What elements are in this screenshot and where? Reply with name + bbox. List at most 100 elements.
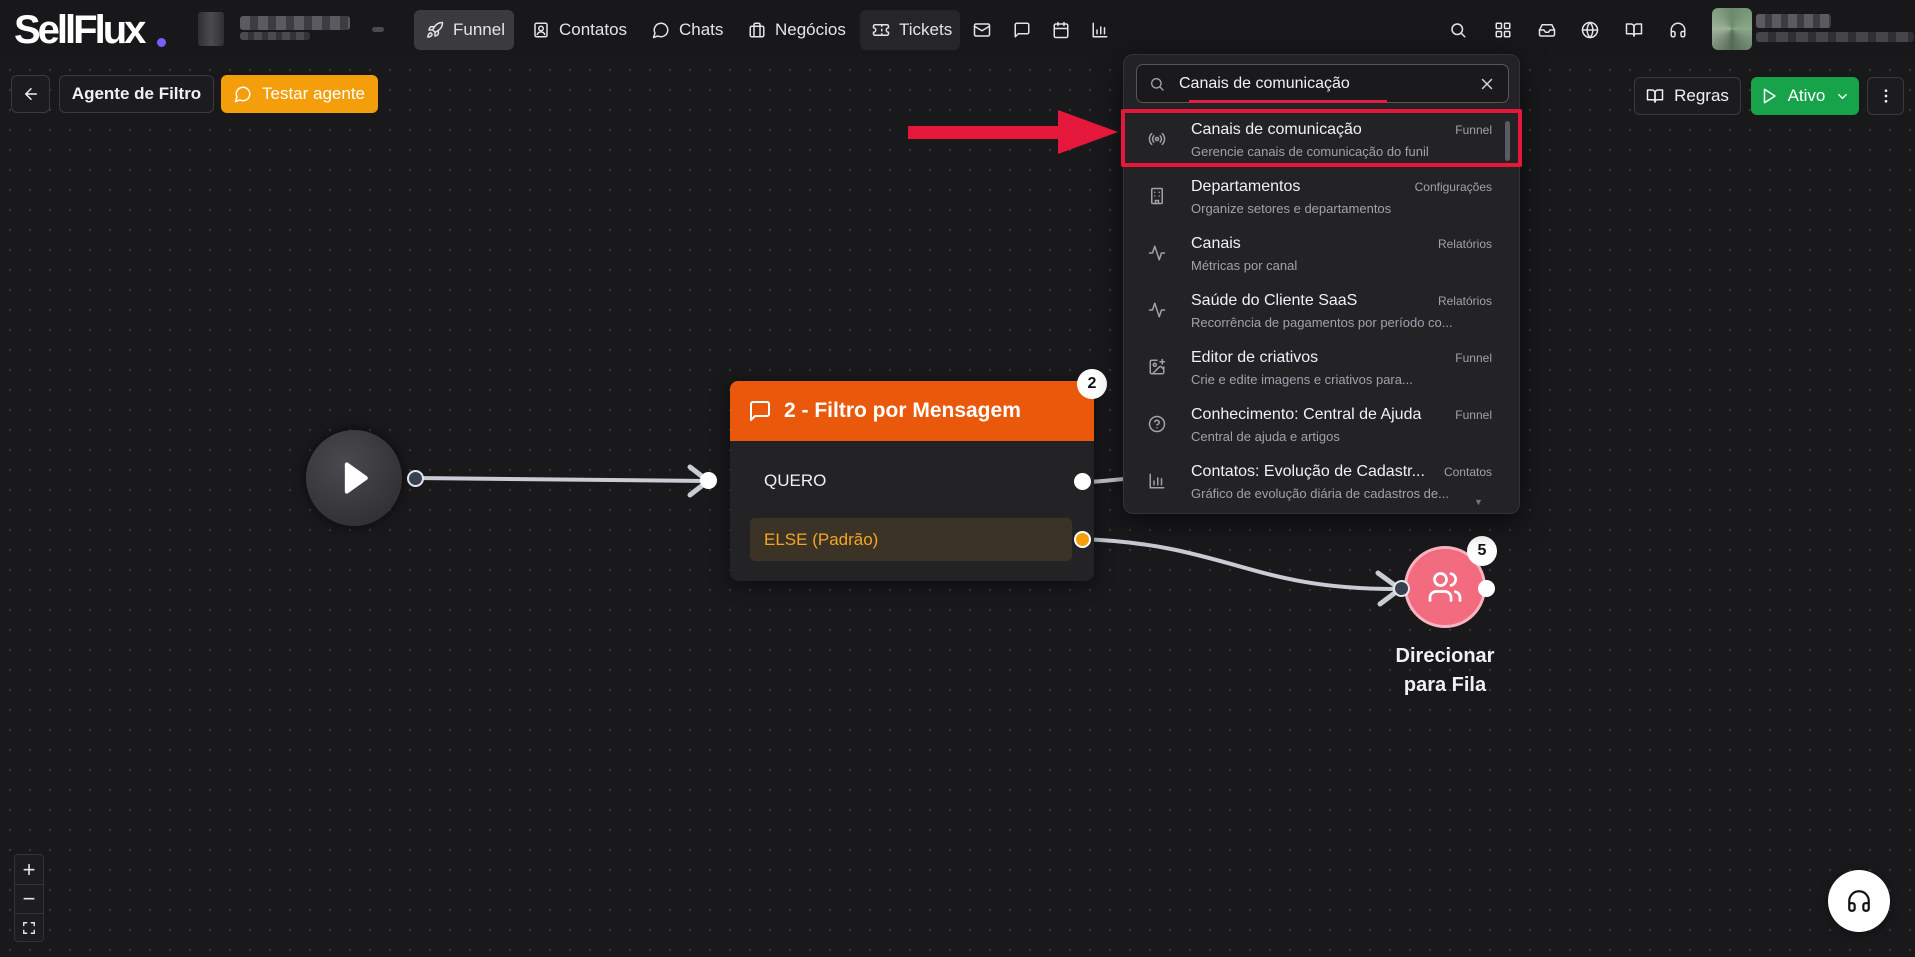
play-icon xyxy=(1760,87,1778,105)
briefcase-icon xyxy=(748,21,766,39)
mail-icon[interactable] xyxy=(970,18,994,42)
message-square-icon[interactable] xyxy=(1010,18,1034,42)
filter-node-header: 2 - Filtro por Mensagem xyxy=(730,381,1094,441)
bar-chart-icon[interactable] xyxy=(1088,18,1112,42)
broadcast-icon xyxy=(1148,130,1166,148)
workspace-name-blurred[interactable] xyxy=(240,16,350,30)
condition-quero[interactable]: QUERO xyxy=(764,471,826,491)
nav-tickets[interactable]: Tickets xyxy=(860,10,960,50)
search-result-item[interactable]: Departamentos Organize setores e departa… xyxy=(1124,169,1519,226)
search-result-item[interactable]: Saúde do Cliente SaaS Recorrência de pag… xyxy=(1124,283,1519,340)
scroll-down-icon[interactable]: ▼ xyxy=(1474,497,1483,507)
nav-chats-label: Chats xyxy=(679,20,724,39)
search-result-title: Departamentos xyxy=(1191,178,1301,195)
rules-button[interactable]: Regras xyxy=(1634,77,1741,115)
book-icon[interactable] xyxy=(1622,18,1646,42)
calendar-icon[interactable] xyxy=(1049,18,1073,42)
search-result-desc: Métricas por canal xyxy=(1191,258,1298,273)
results-scrollbar[interactable] xyxy=(1505,121,1510,161)
user-email-blurred xyxy=(1756,32,1914,42)
nav-tickets-label: Tickets xyxy=(899,20,953,39)
test-agent-button[interactable]: Testar agente xyxy=(221,75,378,113)
chat-bubble-icon xyxy=(234,85,252,103)
queue-output-handle[interactable] xyxy=(1478,580,1495,597)
status-label: Ativo xyxy=(1787,86,1826,105)
book-open-icon xyxy=(1646,87,1664,105)
search-icon xyxy=(1149,76,1165,92)
queue-node-badge: 5 xyxy=(1467,536,1497,566)
search-result-category: Funnel xyxy=(1455,408,1492,422)
search-result-title: Conhecimento: Central de Ajuda xyxy=(1191,406,1422,423)
search-result-title: Canais xyxy=(1191,235,1241,252)
arrow-left-icon xyxy=(22,85,40,103)
message-square-icon xyxy=(748,399,772,423)
logo-dot xyxy=(157,38,166,47)
user-name-blurred[interactable] xyxy=(1756,14,1831,28)
contact-card-icon xyxy=(532,21,550,39)
more-options-button[interactable] xyxy=(1867,77,1904,115)
user-avatar-blurred[interactable] xyxy=(1712,8,1752,50)
globe-icon[interactable] xyxy=(1578,18,1602,42)
rules-label: Regras xyxy=(1674,86,1729,105)
zoom-out-button[interactable]: − xyxy=(15,884,43,913)
condition-else-handle[interactable] xyxy=(1074,531,1091,548)
start-output-handle[interactable] xyxy=(407,470,424,487)
red-arrow-icon xyxy=(908,110,1118,154)
condition-else-label: ELSE (Padrão) xyxy=(764,529,879,549)
queue-input-handle[interactable] xyxy=(1393,580,1410,597)
fit-view-button[interactable] xyxy=(15,913,43,942)
nav-funnel[interactable]: Funnel xyxy=(414,10,514,50)
test-agent-label: Testar agente xyxy=(261,84,365,103)
nav-chats[interactable]: Chats xyxy=(640,10,735,50)
condition-quero-handle[interactable] xyxy=(1074,473,1091,490)
nav-negocios[interactable]: Negócios xyxy=(736,10,858,50)
start-node[interactable] xyxy=(306,430,402,526)
workspace-menu-blurred[interactable] xyxy=(372,27,384,32)
status-active-button[interactable]: Ativo xyxy=(1751,77,1859,115)
search-box xyxy=(1136,64,1509,103)
apps-grid-icon[interactable] xyxy=(1491,18,1515,42)
search-result-category: Funnel xyxy=(1455,351,1492,365)
search-result-desc: Organize setores e departamentos xyxy=(1191,201,1392,216)
search-icon[interactable] xyxy=(1446,18,1470,42)
search-result-category: Contatos xyxy=(1443,465,1492,479)
headset-icon xyxy=(1846,888,1872,914)
nav-funnel-label: Funnel xyxy=(453,20,505,39)
search-result-item[interactable]: Canais Métricas por canal Relatórios xyxy=(1124,226,1519,283)
sellflux-logo[interactable]: SellFlux xyxy=(14,10,146,50)
zoom-in-button[interactable]: + xyxy=(15,855,43,884)
workspace-avatar-blurred[interactable] xyxy=(198,12,224,46)
condition-else[interactable]: ELSE (Padrão) xyxy=(750,518,1072,561)
edge-start-to-filter xyxy=(415,476,709,483)
search-result-title: Canais de comunicação xyxy=(1191,121,1362,138)
search-result-item[interactable]: Conhecimento: Central de Ajuda Central d… xyxy=(1124,397,1519,454)
support-chat-button[interactable] xyxy=(1828,870,1890,932)
filter-input-handle[interactable] xyxy=(700,472,717,489)
chat-bubble-icon xyxy=(652,21,670,39)
play-icon xyxy=(332,456,376,500)
search-result-desc: Recorrência de pagamentos por período co… xyxy=(1191,315,1453,330)
search-input[interactable] xyxy=(1179,71,1469,97)
search-result-category: Funnel xyxy=(1455,123,1492,137)
search-result-category: Relatórios xyxy=(1437,237,1492,251)
agent-name-button[interactable]: Agente de Filtro xyxy=(59,75,214,113)
users-icon xyxy=(1427,569,1463,605)
rocket-icon xyxy=(426,21,444,39)
search-result-item[interactable]: Editor de criativos Crie e edite imagens… xyxy=(1124,340,1519,397)
help-circle-icon xyxy=(1148,415,1166,433)
maximize-icon xyxy=(22,921,36,935)
edge-else-to-queue xyxy=(1082,537,1401,592)
close-icon[interactable] xyxy=(1478,75,1496,93)
inbox-icon[interactable] xyxy=(1535,18,1559,42)
search-result-item[interactable]: Contatos: Evolução de Cadastr... Gráfico… xyxy=(1124,454,1519,511)
nav-contatos[interactable]: Contatos xyxy=(520,10,639,50)
search-result-category: Relatórios xyxy=(1437,294,1492,308)
search-result-title: Editor de criativos xyxy=(1191,349,1319,366)
search-result-item[interactable]: Canais de comunicação Gerencie canais de… xyxy=(1124,112,1519,169)
nav-contatos-label: Contatos xyxy=(559,20,628,39)
workspace-sub-blurred xyxy=(240,32,310,40)
back-button[interactable] xyxy=(11,75,50,113)
filter-node-title: 2 - Filtro por Mensagem xyxy=(784,399,1021,422)
headset-icon[interactable] xyxy=(1666,18,1690,42)
ticket-icon xyxy=(872,21,890,39)
